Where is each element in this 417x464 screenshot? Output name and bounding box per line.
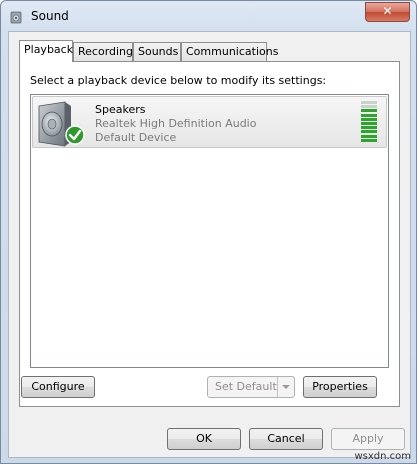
button-label: Apply bbox=[352, 432, 384, 445]
device-status: Default Device bbox=[95, 131, 177, 144]
meter-segment bbox=[361, 113, 377, 117]
button-label: Configure bbox=[31, 380, 85, 393]
close-icon: ✕ bbox=[382, 4, 393, 18]
meter-segment bbox=[361, 138, 377, 142]
speaker-app-icon bbox=[10, 11, 22, 24]
tab-playback[interactable]: Playback bbox=[19, 40, 73, 62]
meter-segment bbox=[361, 109, 377, 113]
meter-segment bbox=[361, 130, 377, 134]
meter-segment bbox=[361, 122, 377, 125]
device-description: Realtek High Definition Audio bbox=[95, 117, 257, 130]
watermark-text: wsxdn.com bbox=[354, 451, 411, 462]
meter-segment bbox=[361, 105, 377, 109]
tab-label: Playback bbox=[24, 43, 74, 56]
tab-recording[interactable]: Recording bbox=[73, 42, 133, 61]
dialog-client-area: Playback Recording Sounds Communications… bbox=[8, 31, 411, 458]
device-name: Speakers bbox=[95, 103, 146, 116]
tab-sounds[interactable]: Sounds bbox=[133, 42, 181, 61]
button-label: Set Default bbox=[215, 380, 277, 393]
meter-segment bbox=[361, 134, 377, 138]
tab-label: Sounds bbox=[138, 45, 179, 58]
ok-button[interactable]: OK bbox=[167, 428, 241, 450]
green-check-icon bbox=[65, 125, 85, 145]
tab-label: Recording bbox=[78, 45, 134, 58]
device-item-speakers[interactable]: Speakers Realtek High Definition Audio D… bbox=[32, 96, 387, 148]
tab-label: Communications bbox=[186, 45, 279, 58]
device-list[interactable]: Speakers Realtek High Definition Audio D… bbox=[30, 94, 389, 368]
button-label: OK bbox=[196, 432, 212, 445]
properties-button[interactable]: Properties bbox=[303, 376, 377, 398]
tab-communications[interactable]: Communications bbox=[181, 42, 278, 61]
meter-segment bbox=[361, 117, 377, 121]
button-label: Cancel bbox=[267, 432, 305, 445]
instruction-text: Select a playback device below to modify… bbox=[30, 74, 327, 87]
button-label: Properties bbox=[312, 380, 368, 393]
close-button[interactable]: ✕ bbox=[365, 2, 410, 22]
apply-button[interactable]: Apply bbox=[331, 428, 405, 450]
meter-segment bbox=[361, 126, 377, 130]
set-default-button[interactable]: Set Default bbox=[207, 376, 295, 398]
chevron-down-icon[interactable] bbox=[277, 377, 294, 397]
meter-segment bbox=[361, 101, 377, 104]
sound-dialog: Sound ✕ Playback Recording Sounds Commun… bbox=[0, 0, 417, 464]
playback-panel: Select a playback device below to modify… bbox=[19, 61, 400, 407]
cancel-button[interactable]: Cancel bbox=[249, 428, 323, 450]
configure-button[interactable]: Configure bbox=[21, 376, 95, 398]
volume-level-meter bbox=[361, 101, 377, 143]
title-bar[interactable]: Sound ✕ bbox=[1, 1, 416, 31]
window-title: Sound bbox=[31, 9, 69, 23]
